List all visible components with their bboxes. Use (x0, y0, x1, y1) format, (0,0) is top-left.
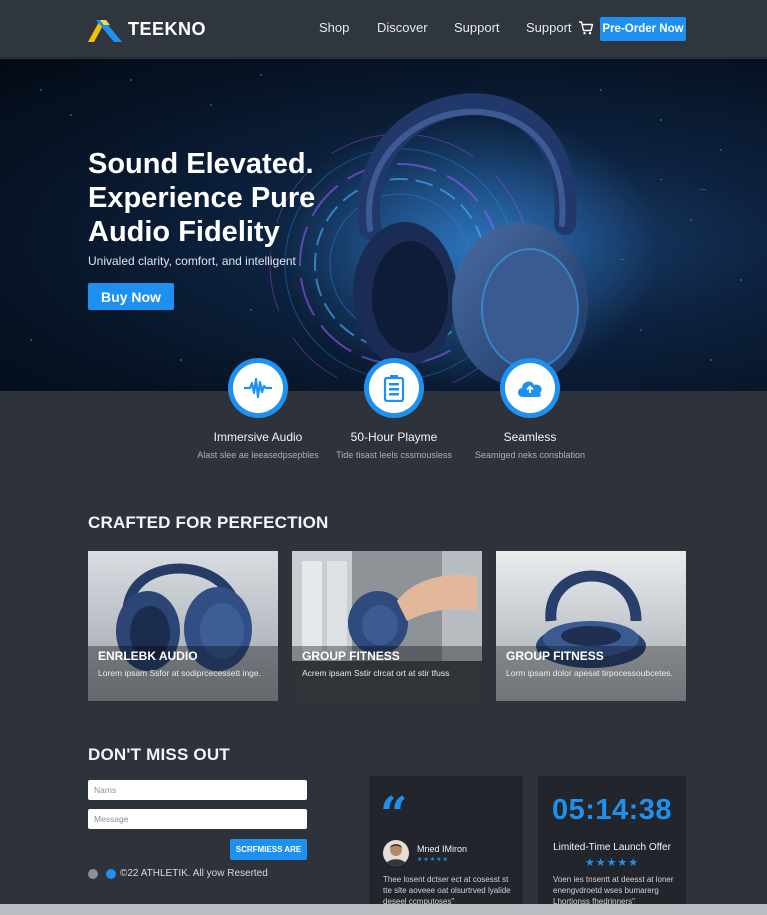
card-title: GROUP FITNESS (302, 649, 400, 663)
hero-title: Sound Elevated. Experience Pure Audio Fi… (88, 148, 316, 248)
offer-stars: ★★★★★ (584, 857, 640, 869)
buy-now-button[interactable]: Buy Now (88, 283, 174, 310)
cart-icon[interactable] (578, 20, 594, 36)
card-image (496, 551, 686, 701)
avatar-image (385, 844, 407, 866)
feature-title: Seamless (503, 430, 557, 444)
offer-title: Limited-Time Launch Offer (553, 842, 671, 853)
brand-name: TEEKNO (128, 18, 207, 39)
feature-desc: Alast slee ae leeasedpsepbles (197, 450, 319, 460)
send-message-button[interactable]: SCRFMIESS ARE (230, 839, 307, 860)
feature-desc: Seamiged neks consblation (474, 450, 586, 460)
nav-discover[interactable]: Discover (377, 20, 428, 35)
signup-section-title: DON'T MISS OUT (88, 745, 230, 764)
hero-banner: Sound Elevated. Experience Pure Audio Fi… (0, 59, 767, 391)
feature-title: 50-Hour Playme (350, 430, 438, 444)
name-input[interactable] (88, 780, 307, 800)
cloud-icon (517, 381, 542, 397)
crafted-section-title: CRAFTED FOR PERFECTION (88, 513, 329, 532)
social-icon[interactable] (88, 868, 98, 879)
copyright: ©22 ATHLETIK. All yow Reserted (88, 868, 268, 879)
card-desc: Lorem ipsam Ssfor at sodiprcecessett ing… (98, 668, 261, 678)
logo-mark-icon (88, 20, 122, 42)
nav-support[interactable]: Support (454, 20, 500, 35)
feature-seamless: Seamless Seamiged neks consblation (455, 358, 605, 460)
card-title: ENRLEBK AUDIO (98, 649, 198, 663)
copyright-text: ©22 ATHLETIK. All yow Reserted (120, 868, 268, 879)
battery-icon (383, 375, 405, 402)
waveform-icon (244, 377, 272, 399)
bottom-scrollbar (0, 904, 767, 915)
product-card[interactable]: ENRLEBK AUDIO Lorem ipsam Ssfor at sodip… (88, 551, 278, 701)
avatar (383, 840, 409, 866)
card-title: GROUP FITNESS (506, 649, 604, 663)
preorder-button[interactable]: Pre-Order Now (600, 17, 686, 41)
card-image (292, 551, 482, 701)
site-header: TEEKNO Shop Discover Support Support Pre… (0, 0, 767, 58)
card-desc: Acrem ipsam Sstir clrcat ort at stir tfu… (302, 668, 450, 678)
product-card[interactable]: GROUP FITNESS Lorm ipsam dolor apesat ti… (496, 551, 686, 701)
card-image (88, 551, 278, 701)
brand-logo[interactable]: TEEKNO (86, 14, 206, 44)
product-card[interactable]: GROUP FITNESS Acrem ipsam Sstir clrcat o… (292, 551, 482, 701)
nav-support-2[interactable]: Support (526, 20, 572, 35)
feature-playtime: 50-Hour Playme Tide tisast leels cssmous… (319, 358, 469, 460)
quote-icon: “ (380, 787, 408, 843)
countdown-timer: 05:14:38 (551, 794, 673, 826)
card-desc: Lorm ipsam dolor apesat tirpocessoubcete… (506, 668, 673, 678)
hero-subtitle: Univaled clarity, comfort, and intellige… (88, 254, 296, 268)
offer-text: Voen ies tnsentt at deesst at loner enen… (553, 875, 674, 906)
testimonial-text: Thee losent dctser ect at cosesst st tte… (383, 875, 511, 906)
feature-desc: Tide tisast leels cssmousless (336, 450, 452, 460)
message-input[interactable] (88, 809, 307, 829)
feature-title: Immersive Audio (213, 430, 303, 444)
testimonial-name: Mned IMiron (417, 844, 468, 854)
feature-immersive-audio: Immersive Audio Alast slee ae leeasedpse… (183, 358, 333, 460)
brand-circle-icon[interactable] (106, 868, 116, 879)
nav-shop[interactable]: Shop (319, 20, 349, 35)
testimonial-stars: ★★★★★ (417, 857, 449, 863)
